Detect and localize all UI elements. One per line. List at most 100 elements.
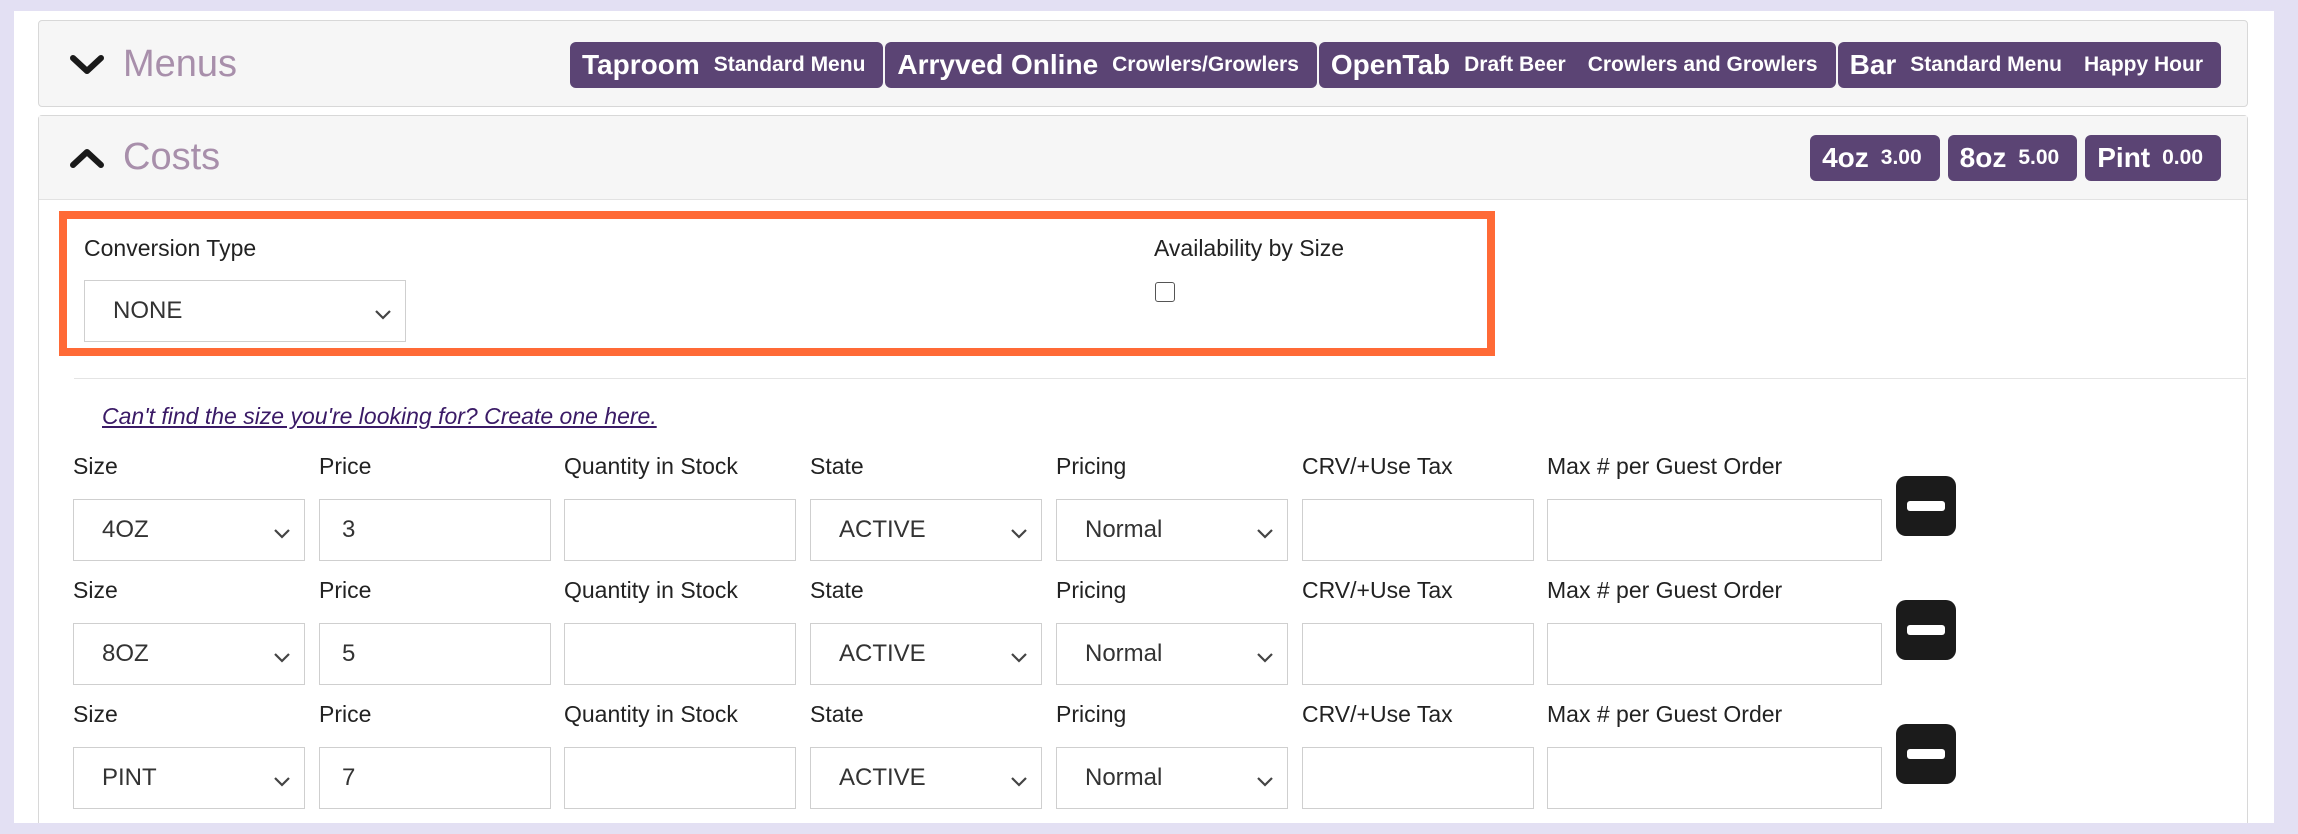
- pricing-label: Pricing: [1056, 577, 1127, 603]
- availability-label: Availability by Size: [1154, 235, 1345, 261]
- size-value: 4OZ: [102, 516, 149, 543]
- size-label: Size: [73, 453, 118, 479]
- state-select[interactable]: ACTIVE: [810, 499, 1042, 561]
- price-input[interactable]: 3: [319, 499, 551, 561]
- cost-price: 3.00: [1880, 145, 1922, 169]
- cost-size: 4oz: [1822, 141, 1869, 173]
- max-order-input[interactable]: [1547, 747, 1882, 809]
- menu-badges: Taproom Standard Menu Arryved Online Cro…: [570, 41, 2221, 88]
- remove-row-button[interactable]: [1896, 600, 1956, 660]
- pricing-label: Pricing: [1056, 453, 1127, 479]
- max-order-input[interactable]: [1547, 499, 1882, 561]
- cost-badge-4oz[interactable]: 4oz 3.00: [1810, 134, 1940, 181]
- chevron-down-icon: [1255, 768, 1275, 796]
- minus-icon: [1907, 625, 1945, 635]
- chevron-down-icon: [1009, 644, 1029, 672]
- size-select[interactable]: PINT: [73, 747, 305, 809]
- crv-input[interactable]: [1302, 747, 1534, 809]
- cost-price: 5.00: [2018, 145, 2060, 169]
- pricing-value: Normal: [1085, 516, 1163, 543]
- pricing-select[interactable]: Normal: [1056, 747, 1288, 809]
- crv-label: CRV/+Use Tax: [1302, 577, 1453, 603]
- menus-title: Menus: [123, 43, 238, 85]
- conversion-type-select[interactable]: NONE: [84, 280, 406, 342]
- remove-row-button[interactable]: [1896, 476, 1956, 536]
- menus-panel: Menus Taproom Standard Menu Arryved Onli…: [38, 20, 2248, 107]
- state-select[interactable]: ACTIVE: [810, 747, 1042, 809]
- cost-badge-pint[interactable]: Pint 0.00: [2085, 134, 2221, 181]
- menu-badge-taproom[interactable]: Taproom Standard Menu: [570, 41, 884, 88]
- cost-badges: 4oz 3.00 8oz 5.00 Pint 0.00: [1810, 134, 2221, 181]
- price-label: Price: [319, 577, 372, 603]
- pricing-value: Normal: [1085, 640, 1163, 667]
- chevron-down-icon: [272, 520, 292, 548]
- create-size-link[interactable]: Can't find the size you're looking for? …: [102, 403, 657, 430]
- minus-icon: [1907, 749, 1945, 759]
- chevron-down-icon[interactable]: [67, 45, 107, 85]
- quantity-label: Quantity in Stock: [564, 701, 738, 727]
- costs-title: Costs: [123, 136, 221, 178]
- max-order-input[interactable]: [1547, 623, 1882, 685]
- quantity-label: Quantity in Stock: [564, 453, 738, 479]
- state-label: State: [810, 577, 864, 603]
- minus-icon: [1907, 501, 1945, 511]
- crv-label: CRV/+Use Tax: [1302, 701, 1453, 727]
- menu-item: Crowlers and Growlers: [1587, 52, 1818, 76]
- state-value: ACTIVE: [839, 516, 926, 543]
- state-value: ACTIVE: [839, 764, 926, 791]
- quantity-input[interactable]: [564, 499, 796, 561]
- menu-badge-arryved-online[interactable]: Arryved Online Crowlers/Growlers: [885, 41, 1317, 88]
- menus-header[interactable]: Menus Taproom Standard Menu Arryved Onli…: [39, 21, 2247, 108]
- menu-badge-bar[interactable]: Bar Standard Menu Happy Hour: [1837, 41, 2221, 88]
- price-input[interactable]: 7: [319, 747, 551, 809]
- chevron-down-icon: [1009, 768, 1029, 796]
- menu-group-name: Bar: [1849, 48, 1897, 80]
- size-label: Size: [73, 701, 118, 727]
- menu-group-name: OpenTab: [1330, 48, 1451, 80]
- state-label: State: [810, 701, 864, 727]
- menu-item: Crowlers/Growlers: [1112, 52, 1299, 76]
- price-input[interactable]: 5: [319, 623, 551, 685]
- remove-row-button[interactable]: [1896, 724, 1956, 784]
- quantity-input[interactable]: [564, 623, 796, 685]
- cost-badge-8oz[interactable]: 8oz 5.00: [1947, 134, 2078, 181]
- size-select[interactable]: 4OZ: [73, 499, 305, 561]
- menu-group-name: Arryved Online: [897, 48, 1099, 80]
- crv-input[interactable]: [1302, 499, 1534, 561]
- cost-price: 0.00: [2162, 145, 2203, 169]
- max-order-label: Max # per Guest Order: [1547, 453, 1783, 479]
- max-order-label: Max # per Guest Order: [1547, 701, 1783, 727]
- size-label: Size: [73, 577, 118, 603]
- quantity-label: Quantity in Stock: [564, 577, 738, 603]
- size-value: 8OZ: [102, 640, 149, 667]
- menu-group-name: Taproom: [582, 48, 700, 80]
- availability-checkbox[interactable]: [1155, 282, 1175, 302]
- chevron-down-icon: [1255, 520, 1275, 548]
- menu-item: Standard Menu: [1910, 52, 2062, 76]
- chevron-down-icon: [1009, 520, 1029, 548]
- state-label: State: [810, 453, 864, 479]
- chevron-down-icon: [272, 644, 292, 672]
- divider: [74, 378, 2246, 379]
- size-value: PINT: [102, 764, 157, 791]
- crv-label: CRV/+Use Tax: [1302, 453, 1453, 479]
- crv-input[interactable]: [1302, 623, 1534, 685]
- state-select[interactable]: ACTIVE: [810, 623, 1042, 685]
- costs-header[interactable]: Costs 4oz 3.00 8oz 5.00 Pint 0.00: [39, 116, 2247, 200]
- menu-item: Draft Beer: [1464, 52, 1566, 76]
- menu-item: Happy Hour: [2083, 52, 2203, 76]
- quantity-input[interactable]: [564, 747, 796, 809]
- chevron-up-icon[interactable]: [67, 138, 107, 178]
- pricing-select[interactable]: Normal: [1056, 499, 1288, 561]
- max-order-label: Max # per Guest Order: [1547, 577, 1783, 603]
- size-select[interactable]: 8OZ: [73, 623, 305, 685]
- chevron-down-icon: [272, 768, 292, 796]
- pricing-select[interactable]: Normal: [1056, 623, 1288, 685]
- price-label: Price: [319, 701, 372, 727]
- cost-size: 8oz: [1959, 141, 2007, 173]
- price-label: Price: [319, 453, 372, 479]
- menu-item: Standard Menu: [713, 52, 866, 76]
- menu-badge-opentab[interactable]: OpenTab Draft Beer Crowlers and Growlers: [1318, 41, 1836, 88]
- pricing-label: Pricing: [1056, 701, 1127, 727]
- state-value: ACTIVE: [839, 640, 926, 667]
